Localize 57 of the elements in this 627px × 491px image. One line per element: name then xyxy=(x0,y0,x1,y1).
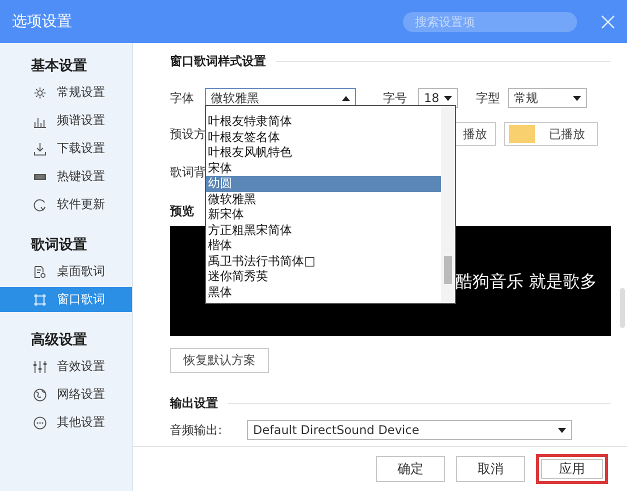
sidebar-group-title: 歌词设置 xyxy=(30,236,88,255)
sidebar-item[interactable]: 网络设置 xyxy=(0,382,132,407)
sidebar-item[interactable]: 常规设置 xyxy=(0,80,132,105)
sidebar-item[interactable]: 音效设置 xyxy=(0,354,132,379)
played-color-button[interactable]: 已播放 xyxy=(504,122,598,146)
field-label: 字体 xyxy=(170,90,195,106)
caret-down-icon xyxy=(444,96,452,100)
field-label: 预设方 xyxy=(170,126,206,142)
reset-button[interactable]: 恢复默认方案 xyxy=(170,348,269,373)
audio-device-select[interactable]: Default DirectSound Device xyxy=(247,420,572,440)
font-option[interactable]: 宋体 xyxy=(206,160,441,176)
font-option[interactable]: 禹卫书法行书简体□ xyxy=(206,254,441,269)
field-label: 预览 xyxy=(170,203,194,220)
sidebar-item[interactable]: 热键设置 xyxy=(0,164,132,189)
sidebar-item[interactable]: 频谱设置 xyxy=(0,108,132,133)
font-option[interactable]: 迷你简秀英 xyxy=(206,269,441,284)
search-field[interactable]: 搜索设置项 xyxy=(403,12,577,32)
font-option[interactable]: 叶根友特隶简体 xyxy=(206,114,441,130)
caret-up-icon xyxy=(342,96,350,100)
section-title: 输出设置 xyxy=(170,393,611,413)
font-option[interactable]: 黑体 xyxy=(206,284,441,300)
style-select[interactable]: 常规 xyxy=(508,88,587,108)
dialog-button[interactable]: 应用 xyxy=(536,454,608,484)
sidebar-item[interactable]: 软件更新 xyxy=(0,192,132,217)
dialog-button[interactable]: 取消 xyxy=(456,456,525,482)
sidebar-item[interactable]: 其他设置 xyxy=(0,410,132,435)
sidebar-item[interactable]: 桌面歌词 xyxy=(0,259,132,284)
field-label: 字型 xyxy=(476,90,501,106)
sidebar-group-title: 高级设置 xyxy=(30,330,88,350)
unplayed-button[interactable]: 播放 xyxy=(454,122,496,146)
close-icon[interactable] xyxy=(601,14,615,28)
sidebar-item[interactable]: 下载设置 xyxy=(0,136,132,161)
equalizer-icon xyxy=(33,360,47,374)
dialog-button[interactable]: 确定 xyxy=(376,456,445,482)
font-option[interactable]: 幼圆 xyxy=(206,176,441,192)
sidebar-group-title: 基本设置 xyxy=(30,57,88,76)
font-option[interactable]: 方正粗黑宋简体 xyxy=(206,222,441,238)
field-label: 音频输出: xyxy=(170,422,224,438)
field-label: 字号 xyxy=(383,90,408,106)
frame-icon xyxy=(33,292,47,306)
globe-icon xyxy=(33,388,47,402)
more-icon xyxy=(33,416,47,430)
download-icon xyxy=(33,142,47,156)
refresh-icon xyxy=(33,198,47,212)
window-title: 选项设置 xyxy=(12,12,73,31)
font-option[interactable]: 叶根友签名体 xyxy=(206,130,441,145)
preview-lyric: 酷狗音乐 就是歌多 xyxy=(456,270,597,292)
font-option[interactable]: 新宋体 xyxy=(206,207,441,222)
gear-icon xyxy=(33,86,47,100)
field-label: 歌词背 xyxy=(170,164,206,180)
font-option[interactable]: 楷体 xyxy=(206,238,441,254)
font-option[interactable]: 叶根友风帆特色 xyxy=(206,145,441,160)
caret-down-icon xyxy=(573,96,581,100)
document-icon xyxy=(33,264,47,278)
section-title: 窗口歌词样式设置 xyxy=(170,51,611,71)
font-option[interactable]: 微软雅黑 xyxy=(206,192,441,207)
caret-down-icon xyxy=(558,428,566,432)
